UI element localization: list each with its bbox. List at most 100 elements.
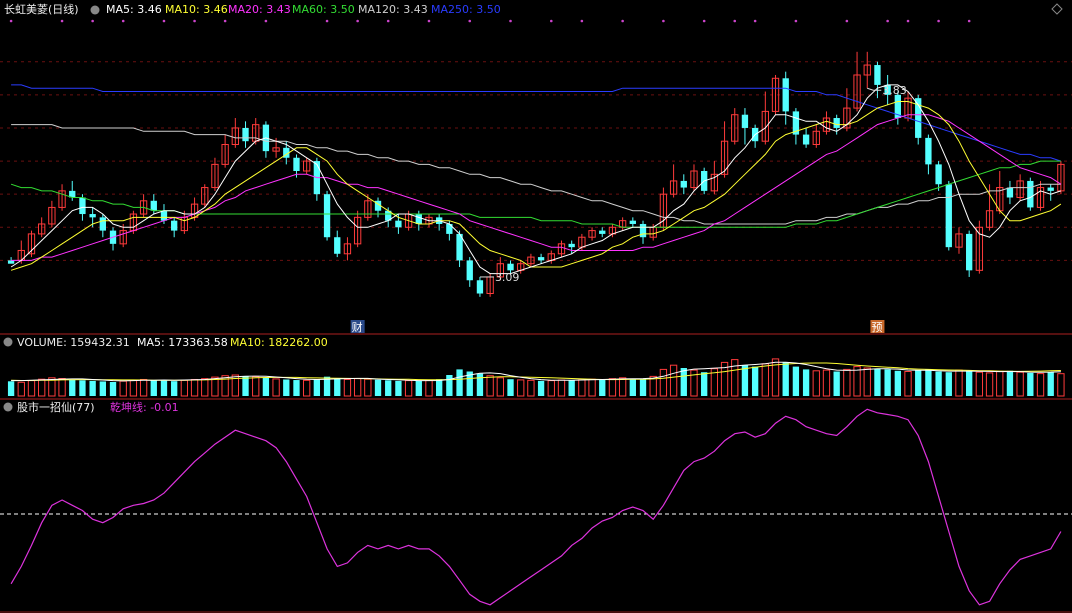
volume-bar bbox=[966, 370, 973, 396]
volume-bar bbox=[985, 372, 994, 397]
volume-bar bbox=[843, 368, 851, 397]
volume-bar bbox=[160, 380, 168, 396]
volume-bar bbox=[701, 372, 708, 396]
volume-bar bbox=[894, 370, 901, 396]
volume-bar bbox=[599, 379, 606, 396]
ma5-label: MA5: 3.46 bbox=[106, 3, 162, 16]
volume-bar bbox=[578, 379, 586, 397]
volume-bar bbox=[374, 379, 382, 396]
signal-dot bbox=[91, 19, 94, 23]
kline-chart[interactable]: 3.83 3.09 财 预 长虹美菱(日线) MA5: 3.46 MA10: 3.46… bbox=[0, 0, 1072, 613]
volume-bar bbox=[415, 380, 422, 396]
volume-bar bbox=[925, 369, 932, 396]
volume-bar bbox=[252, 376, 260, 397]
volume-bar bbox=[343, 378, 352, 397]
candle-body bbox=[680, 180, 687, 188]
volume-bar bbox=[629, 378, 636, 396]
volume-bar bbox=[680, 368, 687, 396]
volume-bar bbox=[527, 379, 535, 397]
volume-bar bbox=[385, 380, 392, 396]
volume-header: VOLUME: 159432.31 MA5: 173363.58 MA10: 1… bbox=[3, 336, 328, 349]
signal-dot bbox=[794, 19, 798, 23]
volume-bar bbox=[139, 378, 148, 397]
badge-cai-label: 财 bbox=[352, 320, 363, 334]
volume-bar bbox=[751, 366, 759, 396]
candle-body bbox=[171, 220, 178, 231]
volume-bar bbox=[293, 380, 300, 396]
volume-bar bbox=[557, 379, 566, 397]
candle-body bbox=[639, 223, 647, 238]
volume-bar bbox=[283, 379, 290, 396]
volume-bar bbox=[1047, 372, 1054, 396]
candle-body bbox=[966, 233, 973, 271]
signal-dot bbox=[386, 19, 390, 23]
volume-bar bbox=[537, 380, 545, 396]
signal-dot bbox=[427, 19, 431, 23]
indicator-header: 股市一招仙(77) 乾坤线: -0.01 bbox=[3, 400, 179, 414]
ma20-line bbox=[11, 114, 1062, 261]
volume-bar bbox=[975, 371, 984, 397]
candle-body bbox=[334, 237, 341, 254]
signal-dot bbox=[193, 19, 196, 23]
candle-body bbox=[242, 127, 249, 142]
signal-dot bbox=[845, 19, 849, 23]
volume-bar bbox=[568, 380, 575, 396]
volume-bar bbox=[659, 368, 668, 397]
volume-bar bbox=[180, 379, 189, 397]
candle-body bbox=[79, 197, 86, 215]
volume-bar bbox=[915, 370, 922, 396]
volume-bar bbox=[119, 380, 127, 397]
signal-dot bbox=[325, 19, 329, 23]
dropdown-icon[interactable] bbox=[3, 402, 13, 412]
volume-bar bbox=[89, 380, 96, 396]
ma5-line bbox=[10, 84, 1062, 275]
volume-bar bbox=[17, 381, 25, 397]
qiankun-line bbox=[10, 408, 1062, 606]
stock-title: 长虹美菱(日线) bbox=[4, 2, 79, 16]
volume-bar bbox=[404, 380, 413, 397]
volume-bar bbox=[272, 378, 280, 397]
volume-bar bbox=[395, 380, 402, 396]
candle-body bbox=[395, 220, 402, 228]
volume-bar bbox=[853, 366, 861, 397]
volume-bar bbox=[446, 375, 453, 396]
signal-dot bbox=[60, 19, 64, 23]
volume-bar bbox=[904, 371, 912, 397]
candle-body bbox=[537, 257, 545, 261]
volume-bar bbox=[1006, 370, 1014, 396]
signal-dot bbox=[702, 19, 706, 23]
volume-bar bbox=[27, 380, 36, 397]
signal-dot bbox=[264, 19, 268, 23]
candle-body bbox=[599, 230, 606, 234]
volume-bar bbox=[588, 378, 596, 397]
volume-bar bbox=[486, 375, 494, 397]
signal-dot bbox=[886, 19, 889, 23]
volume-bar bbox=[1057, 373, 1065, 397]
signal-dot bbox=[468, 19, 472, 23]
volume-bar bbox=[313, 379, 321, 396]
ma10-label: MA10: 3.46 bbox=[165, 3, 228, 16]
volume-bar bbox=[129, 379, 138, 397]
candle-body bbox=[802, 134, 810, 145]
volume-bar bbox=[996, 371, 1004, 397]
volume-ma5-label: MA5: 173363.58 bbox=[137, 336, 228, 349]
volume-bar bbox=[476, 373, 484, 396]
signal-dot bbox=[162, 19, 166, 23]
signal-dot bbox=[549, 19, 553, 23]
volume-bar bbox=[38, 378, 46, 397]
volume-ma10-label: MA10: 182262.00 bbox=[230, 336, 328, 349]
candle-body bbox=[293, 157, 300, 171]
dropdown-icon[interactable] bbox=[3, 337, 13, 347]
diamond-icon[interactable] bbox=[1051, 3, 1063, 15]
ma20-label: MA20: 3.43 bbox=[228, 3, 291, 16]
candle-body bbox=[935, 164, 942, 185]
volume-bar bbox=[496, 377, 504, 397]
candle-body bbox=[466, 260, 473, 281]
volume-bar bbox=[1036, 373, 1045, 397]
ma120-label: MA120: 3.43 bbox=[358, 3, 428, 16]
dropdown-icon[interactable] bbox=[90, 5, 100, 15]
signal-dot bbox=[580, 19, 584, 23]
volume-bar bbox=[669, 364, 678, 397]
candle-body bbox=[833, 118, 840, 128]
volume-bar bbox=[955, 369, 963, 397]
